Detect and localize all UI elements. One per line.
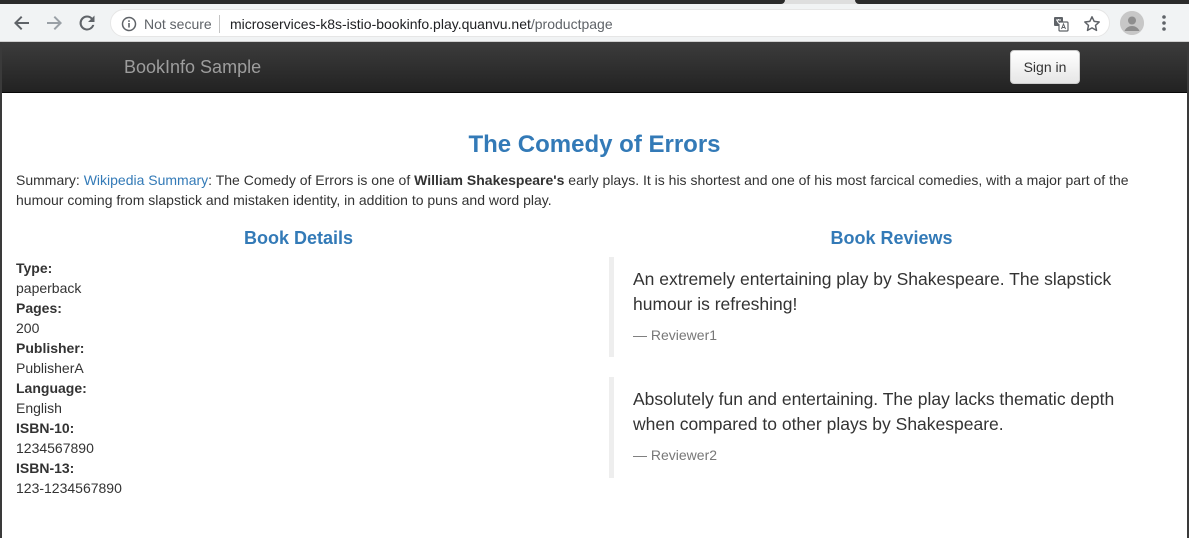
- back-arrow-icon: [14, 16, 29, 30]
- review-author: — Reviewer2: [633, 447, 718, 463]
- detail-value-pages: 200: [16, 320, 40, 336]
- detail-value-isbn13: 123-1234567890: [16, 480, 122, 496]
- book-details-heading: Book Details: [243, 228, 354, 248]
- reload-button[interactable]: [74, 10, 100, 36]
- book-details-list: Type: paperback Pages: 200 Publisher: Pu…: [16, 258, 516, 498]
- detail-label-isbn13: ISBN-13:: [16, 460, 75, 476]
- detail-label-pages: Pages:: [16, 300, 62, 316]
- book-title: The Comedy of Errors: [468, 131, 721, 158]
- url-path: /productpage: [530, 16, 613, 32]
- site-navbar: BookInfo Sample Sign in: [2, 42, 1187, 93]
- forward-arrow-icon: [47, 16, 62, 30]
- url-text[interactable]: microservices-k8s-istio-bookinfo.play.qu…: [230, 16, 613, 32]
- brand-link[interactable]: BookInfo Sample: [124, 56, 261, 78]
- omnibox-divider: [219, 15, 220, 33]
- url-host: microservices-k8s-istio-bookinfo.play.qu…: [230, 16, 531, 32]
- star-icon[interactable]: [1083, 15, 1101, 33]
- translate-icon[interactable]: [1053, 16, 1069, 32]
- detail-value-type: paperback: [16, 280, 82, 296]
- summary-author: William Shakespeare's: [414, 172, 565, 188]
- back-button[interactable]: [9, 10, 35, 36]
- review-item: An extremely entertaining play by Shakes…: [609, 257, 1159, 357]
- info-icon[interactable]: [121, 16, 137, 32]
- page-content: BookInfo Sample Sign in The Comedy of Er…: [0, 42, 1189, 538]
- summary-prefix: Summary:: [16, 172, 84, 188]
- reload-icon: [79, 15, 95, 31]
- forward-button[interactable]: [41, 10, 67, 36]
- detail-label-type: Type:: [16, 260, 53, 276]
- menu-dots-icon[interactable]: [1156, 13, 1172, 33]
- profile-avatar-icon[interactable]: [1120, 11, 1144, 35]
- detail-label-isbn10: ISBN-10:: [16, 420, 75, 436]
- wikipedia-summary-link[interactable]: Wikipedia Summary: [84, 172, 208, 188]
- book-summary: Summary: Wikipedia Summary: The Comedy o…: [16, 170, 1156, 210]
- sign-in-button[interactable]: Sign in: [1010, 50, 1080, 84]
- detail-value-language: English: [16, 400, 62, 416]
- browser-toolbar: Not secure microservices-k8s-istio-booki…: [0, 4, 1189, 42]
- detail-value-publisher: PublisherA: [16, 360, 84, 376]
- book-reviews-heading: Book Reviews: [830, 228, 953, 248]
- review-text: Absolutely fun and entertaining. The pla…: [633, 389, 1115, 434]
- review-item: Absolutely fun and entertaining. The pla…: [609, 377, 1159, 478]
- security-label: Not secure: [144, 16, 212, 32]
- person-icon: [1120, 11, 1144, 35]
- summary-text-1: : The Comedy of Errors is one of: [208, 172, 415, 188]
- detail-value-isbn10: 1234567890: [16, 440, 94, 456]
- address-bar[interactable]: Not secure microservices-k8s-istio-booki…: [110, 9, 1110, 37]
- detail-label-language: Language:: [16, 380, 87, 396]
- review-author: — Reviewer1: [633, 327, 718, 343]
- review-text: An extremely entertaining play by Shakes…: [633, 269, 1112, 314]
- detail-label-publisher: Publisher:: [16, 340, 85, 356]
